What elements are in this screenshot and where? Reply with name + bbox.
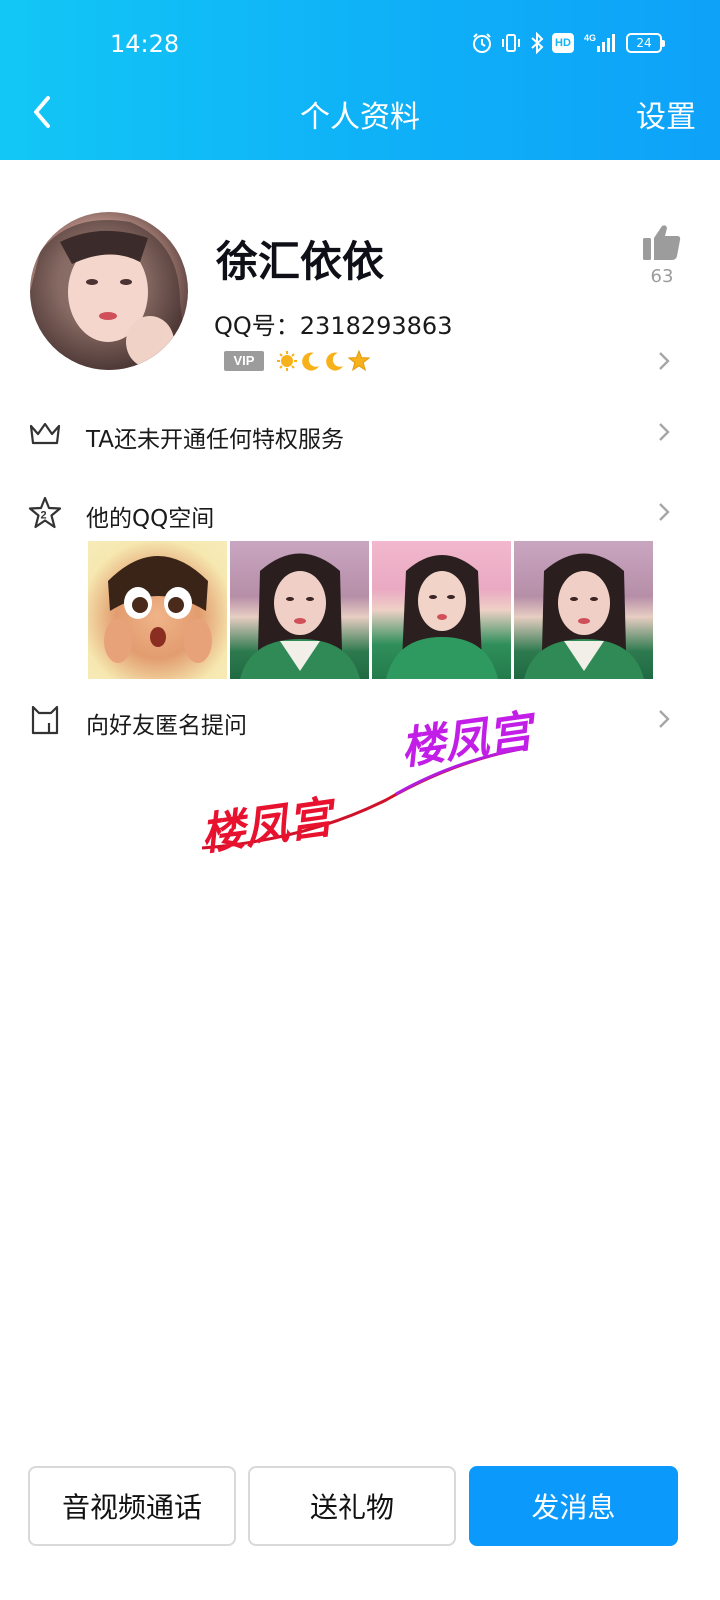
chevron-right-icon (659, 503, 670, 521)
page-title: 个人资料 (300, 100, 420, 135)
like-count: 63 (650, 266, 674, 287)
privilege-label: TA还未开通任何特权服务 (86, 427, 344, 453)
qq-number: QQ号：2318293863 (214, 312, 453, 340)
battery-icon: 24 (626, 33, 665, 53)
qzone-star-icon: 2 (28, 496, 62, 529)
qq-level-icons (276, 350, 370, 372)
qzone-photo-strip (88, 541, 653, 679)
qzone-badge-number: 2 (41, 510, 47, 522)
chevron-right-icon (659, 710, 670, 728)
back-button[interactable] (22, 88, 66, 136)
hd-icon: HD (552, 33, 574, 53)
qzone-label: 他的QQ空间 (86, 506, 215, 532)
alarm-icon (473, 33, 491, 53)
svg-text:4G: 4G (584, 33, 596, 43)
sun-icon (277, 351, 297, 371)
moon-icon (302, 352, 319, 371)
qzone-photo[interactable] (230, 541, 369, 679)
crown-icon (29, 422, 61, 445)
settings-button[interactable]: 设置 (636, 92, 696, 136)
chevron-right-icon[interactable] (656, 350, 672, 372)
vip-badge: VIP (224, 351, 264, 371)
nickname: 徐汇依依 (216, 237, 385, 286)
qzone-photo[interactable] (372, 541, 511, 679)
app-header: 14:28 HD 4G 24 个人资料 设置 (0, 0, 720, 160)
send-message-button[interactable]: 发消息 (469, 1466, 678, 1546)
qzone-photo[interactable] (88, 541, 227, 679)
chevron-right-icon (659, 423, 670, 441)
qzone-photo[interactable] (514, 541, 653, 679)
vibrate-icon (502, 34, 520, 52)
star-icon (348, 350, 370, 372)
thumbs-up-icon[interactable] (642, 222, 682, 262)
status-time: 14:28 (110, 30, 180, 58)
cat-box-icon (31, 705, 59, 735)
video-call-button[interactable]: 音视频通话 (28, 1466, 236, 1546)
signal-4g-icon: 4G (584, 33, 615, 52)
send-gift-button[interactable]: 送礼物 (248, 1466, 456, 1546)
moon-icon (326, 352, 343, 371)
status-icons: HD 4G 24 (471, 32, 665, 54)
bluetooth-icon (531, 32, 544, 54)
avatar[interactable] (30, 212, 188, 370)
